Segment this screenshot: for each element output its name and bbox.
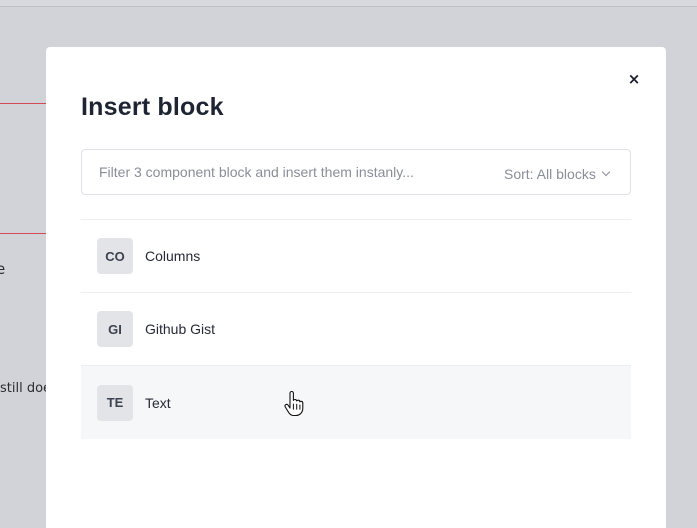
search-box: Sort: All blocks [81,149,631,195]
close-button[interactable]: × [626,70,642,88]
block-name: Github Gist [145,321,216,337]
close-icon: × [627,70,641,88]
list-item-columns[interactable]: CO Columns [81,220,631,293]
sort-dropdown[interactable]: Sort: All blocks [504,165,611,183]
background-divider [0,233,48,234]
sort-label: Sort: All blocks [504,166,596,182]
list-item-text[interactable]: TE Text [81,366,631,439]
search-input[interactable] [99,162,489,182]
block-badge: TE [97,384,133,421]
block-name: Columns [145,248,201,264]
block-badge: CO [97,238,133,274]
block-name: Text [145,394,171,411]
modal-title: Insert block [81,93,224,121]
chevron-down-icon [601,167,611,177]
background-heading: e [0,260,6,278]
block-list: CO Columns GI Github Gist TE Text [81,219,631,439]
background-paragraph: still doe [0,381,52,396]
background-topbar [0,0,697,7]
background-divider [0,103,48,104]
list-item-github-gist[interactable]: GI Github Gist [81,293,631,366]
insert-block-modal: × Insert block Sort: All blocks CO Colum… [46,47,666,528]
block-badge: GI [97,311,133,347]
